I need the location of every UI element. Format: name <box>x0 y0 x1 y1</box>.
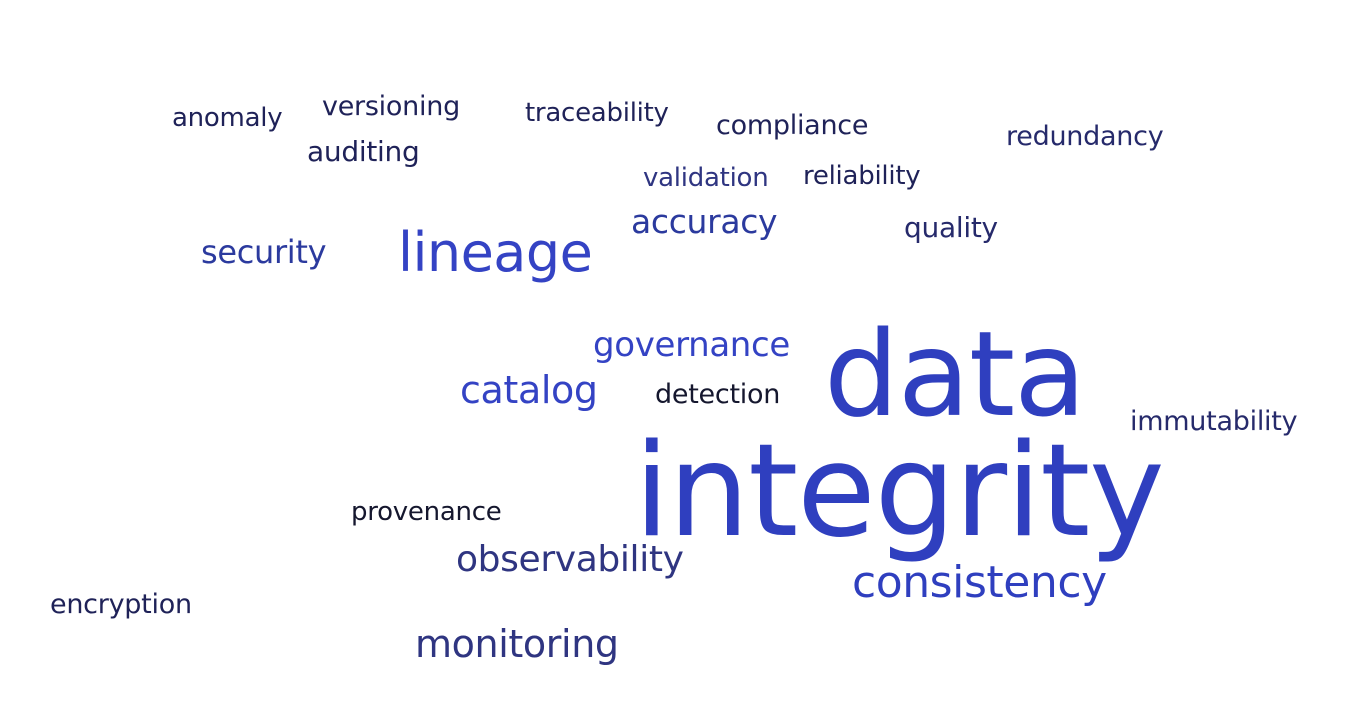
cloud-word-redundancy: redundancy <box>1006 121 1164 152</box>
cloud-word-lineage: lineage <box>398 221 593 284</box>
cloud-word-anomaly: anomaly <box>172 103 283 133</box>
cloud-word-data: data <box>824 305 1086 443</box>
cloud-word-governance: governance <box>593 325 790 365</box>
cloud-word-validation: validation <box>643 163 769 193</box>
cloud-word-security: security <box>201 233 327 271</box>
cloud-word-catalog: catalog <box>460 368 598 412</box>
cloud-word-compliance: compliance <box>716 110 869 141</box>
cloud-word-observability: observability <box>456 539 684 580</box>
cloud-word-detection: detection <box>655 379 781 410</box>
cloud-word-auditing: auditing <box>307 135 420 168</box>
cloud-word-quality: quality <box>904 211 998 244</box>
cloud-word-immutability: immutability <box>1130 406 1298 437</box>
cloud-word-monitoring: monitoring <box>415 622 619 666</box>
cloud-word-accuracy: accuracy <box>631 202 778 241</box>
cloud-word-provenance: provenance <box>351 497 502 527</box>
cloud-word-traceability: traceability <box>525 98 669 128</box>
cloud-word-encryption: encryption <box>50 589 192 620</box>
cloud-word-reliability: reliability <box>803 161 921 191</box>
word-cloud-figure: data integrity consistency lineage monitorin… <box>0 0 1350 709</box>
cloud-word-versioning: versioning <box>322 91 460 122</box>
cloud-word-integrity: integrity <box>634 417 1165 566</box>
cloud-word-consistency: consistency <box>852 557 1107 608</box>
